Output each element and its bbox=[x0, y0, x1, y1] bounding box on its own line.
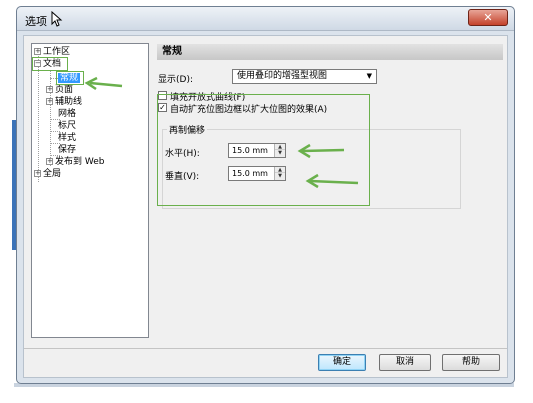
help-button[interactable]: 帮助 bbox=[442, 354, 500, 371]
display-mode-value: 使用叠印的增强型视图 bbox=[237, 71, 328, 81]
cancel-button[interactable]: 取消 bbox=[379, 354, 431, 371]
display-label: 显示(D): bbox=[158, 75, 193, 85]
tree-item-rulers[interactable]: 标尺 bbox=[58, 120, 76, 132]
expand-icon[interactable]: + bbox=[46, 158, 53, 165]
tree-item-guidelines[interactable]: + 辅助线 bbox=[46, 96, 82, 108]
expand-icon[interactable]: + bbox=[46, 98, 53, 105]
expand-icon[interactable]: + bbox=[34, 48, 41, 55]
annotation-arrow-icon bbox=[305, 173, 359, 189]
expand-icon[interactable]: + bbox=[34, 170, 41, 177]
mouse-cursor-icon bbox=[51, 11, 63, 27]
section-header: 常规 bbox=[157, 44, 503, 60]
footer-divider bbox=[24, 348, 507, 349]
tree-item-global[interactable]: + 全局 bbox=[34, 168, 61, 180]
dialog-title: 选项 bbox=[25, 15, 47, 28]
display-mode-select[interactable]: 使用叠印的增强型视图 ▼ bbox=[232, 69, 377, 84]
annotation-arrow-icon bbox=[84, 76, 123, 91]
close-icon: ✕ bbox=[483, 11, 493, 24]
tree-item-page[interactable]: + 页面 bbox=[46, 84, 73, 96]
options-dialog: 选项 ✕ + 工作区 − 文档 常规 + 页面 + 辅助线 网格 标尺 样式 保… bbox=[16, 6, 515, 384]
ok-button[interactable]: 确定 bbox=[318, 354, 366, 371]
tree-connector bbox=[38, 56, 39, 182]
title-bar[interactable]: 选项 ✕ bbox=[17, 7, 514, 31]
close-button[interactable]: ✕ bbox=[468, 9, 508, 26]
tree-item-publish-web[interactable]: + 发布到 Web bbox=[46, 156, 104, 168]
tree-item-styles[interactable]: 样式 bbox=[58, 132, 76, 144]
tree-item-grid[interactable]: 网格 bbox=[58, 108, 76, 120]
tree-item-save[interactable]: 保存 bbox=[58, 144, 76, 156]
dialog-body: + 工作区 − 文档 常规 + 页面 + 辅助线 网格 标尺 样式 保存 + 发… bbox=[23, 35, 508, 378]
annotation-highlight-box bbox=[56, 71, 84, 85]
annotation-highlight-box bbox=[32, 57, 68, 71]
annotation-arrow-icon bbox=[297, 143, 345, 159]
expand-icon[interactable]: + bbox=[46, 86, 53, 93]
dropdown-arrow-icon[interactable]: ▼ bbox=[367, 70, 372, 83]
